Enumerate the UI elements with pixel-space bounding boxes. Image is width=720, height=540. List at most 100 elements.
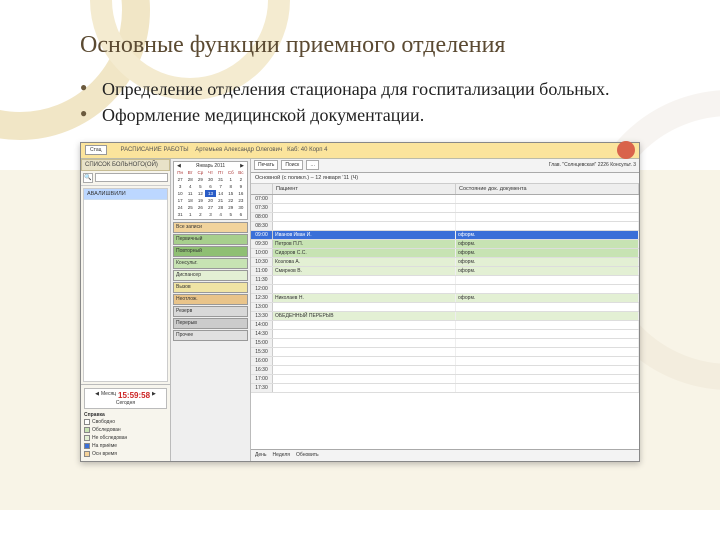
toolbar-button[interactable]: … bbox=[306, 160, 319, 170]
schedule-row[interactable]: 16:00 bbox=[251, 357, 639, 366]
cal-day[interactable]: 23 bbox=[236, 197, 246, 204]
cal-day[interactable]: 31 bbox=[216, 176, 226, 183]
category-item[interactable]: Резерв bbox=[173, 306, 248, 317]
status-cell[interactable]: оформ. bbox=[456, 231, 639, 239]
status-cell[interactable] bbox=[456, 321, 639, 329]
avatar-icon[interactable] bbox=[617, 141, 635, 159]
patient-cell[interactable] bbox=[273, 357, 456, 365]
calendar[interactable]: ◀ Январь 2011 ▶ ПнВтСрЧтПтСбВс2728293031… bbox=[173, 161, 248, 220]
cal-day[interactable]: 22 bbox=[226, 197, 236, 204]
schedule-row[interactable]: 12:00 bbox=[251, 285, 639, 294]
schedule-row[interactable]: 17:30 bbox=[251, 384, 639, 393]
category-item[interactable]: Консульт. bbox=[173, 258, 248, 269]
schedule-row[interactable]: 14:00 bbox=[251, 321, 639, 330]
status-cell[interactable] bbox=[456, 222, 639, 230]
patient-cell[interactable] bbox=[273, 366, 456, 374]
status-cell[interactable]: оформ. bbox=[456, 267, 639, 275]
schedule-row[interactable]: 11:00Смирнов В.оформ. bbox=[251, 267, 639, 276]
patient-cell[interactable] bbox=[273, 384, 456, 392]
cal-day[interactable]: 25 bbox=[185, 204, 195, 211]
cal-day[interactable]: 31 bbox=[175, 211, 185, 218]
patient-cell[interactable]: Сидоров С.С. bbox=[273, 249, 456, 257]
status-cell[interactable] bbox=[456, 303, 639, 311]
patient-cell[interactable] bbox=[273, 222, 456, 230]
cal-day[interactable]: 30 bbox=[205, 176, 215, 183]
cal-day[interactable]: 1 bbox=[185, 211, 195, 218]
category-item[interactable]: Диспансер bbox=[173, 270, 248, 281]
patient-item[interactable]: АВАЛИШВИЛИ bbox=[84, 189, 167, 200]
cal-day[interactable]: 20 bbox=[205, 197, 215, 204]
schedule-row[interactable]: 07:00 bbox=[251, 195, 639, 204]
status-cell[interactable]: оформ. bbox=[456, 294, 639, 302]
status-cell[interactable] bbox=[456, 330, 639, 338]
cal-day[interactable]: 12 bbox=[195, 190, 205, 197]
schedule-row[interactable]: 10:00Сидоров С.С.оформ. bbox=[251, 249, 639, 258]
status-cell[interactable] bbox=[456, 339, 639, 347]
search-icon[interactable]: 🔍 bbox=[83, 173, 93, 183]
patient-cell[interactable] bbox=[273, 375, 456, 383]
footer-refresh[interactable]: Обновить bbox=[296, 452, 319, 458]
category-item[interactable]: Прочее bbox=[173, 330, 248, 341]
status-cell[interactable] bbox=[456, 384, 639, 392]
patient-cell[interactable]: Козлова А. bbox=[273, 258, 456, 266]
cal-day[interactable]: 5 bbox=[226, 211, 236, 218]
search-input[interactable] bbox=[95, 173, 168, 182]
category-item[interactable]: Первичный bbox=[173, 234, 248, 245]
patient-list[interactable]: АВАЛИШВИЛИ bbox=[83, 188, 168, 382]
cal-day[interactable]: 6 bbox=[236, 211, 246, 218]
status-cell[interactable]: оформ. bbox=[456, 240, 639, 248]
cal-day[interactable]: 4 bbox=[216, 211, 226, 218]
schedule-row[interactable]: 12:30Николаев Н.оформ. bbox=[251, 294, 639, 303]
schedule-row[interactable]: 15:30 bbox=[251, 348, 639, 357]
status-cell[interactable] bbox=[456, 195, 639, 203]
schedule-row[interactable]: 16:30 bbox=[251, 366, 639, 375]
cal-day[interactable]: 3 bbox=[175, 183, 185, 190]
category-item[interactable]: Все записи bbox=[173, 222, 248, 233]
status-cell[interactable] bbox=[456, 348, 639, 356]
status-cell[interactable] bbox=[456, 276, 639, 284]
clock-next-icon[interactable]: ▶ bbox=[152, 391, 156, 400]
patient-cell[interactable] bbox=[273, 330, 456, 338]
schedule-row[interactable]: 08:30 bbox=[251, 222, 639, 231]
schedule-row[interactable]: 08:00 bbox=[251, 213, 639, 222]
cal-day[interactable]: 16 bbox=[236, 190, 246, 197]
footer-tab-week[interactable]: Неделя bbox=[273, 452, 290, 458]
cal-day[interactable]: 17 bbox=[175, 197, 185, 204]
cal-day[interactable]: 27 bbox=[175, 176, 185, 183]
patient-cell[interactable]: Смирнов В. bbox=[273, 267, 456, 275]
cal-day[interactable]: 15 bbox=[226, 190, 236, 197]
cal-day[interactable]: 24 bbox=[175, 204, 185, 211]
cal-day[interactable]: 18 bbox=[185, 197, 195, 204]
toolbar-button[interactable]: Печать bbox=[254, 160, 278, 170]
cal-day[interactable]: 1 bbox=[226, 176, 236, 183]
patient-cell[interactable] bbox=[273, 276, 456, 284]
category-item[interactable]: Вызов bbox=[173, 282, 248, 293]
schedule-row[interactable]: 09:00Иванов Иван И.оформ. bbox=[251, 231, 639, 240]
cal-day[interactable]: 5 bbox=[195, 183, 205, 190]
patient-cell[interactable] bbox=[273, 195, 456, 203]
clock-prev-icon[interactable]: ◀ bbox=[95, 391, 99, 400]
cal-day[interactable]: 14 bbox=[216, 190, 226, 197]
cal-day[interactable]: 2 bbox=[195, 211, 205, 218]
status-cell[interactable]: оформ. bbox=[456, 258, 639, 266]
schedule-row[interactable]: 09:30Петров П.П.оформ. bbox=[251, 240, 639, 249]
patient-cell[interactable] bbox=[273, 204, 456, 212]
schedule-row[interactable]: 13:30ОБЕДЕННЫЙ ПЕРЕРЫВ bbox=[251, 312, 639, 321]
cal-day[interactable]: 21 bbox=[216, 197, 226, 204]
category-item[interactable]: Повторный bbox=[173, 246, 248, 257]
cal-day[interactable]: 29 bbox=[226, 204, 236, 211]
cal-day[interactable]: 10 bbox=[175, 190, 185, 197]
cal-day[interactable]: 28 bbox=[216, 204, 226, 211]
schedule-row[interactable]: 10:30Козлова А.оформ. bbox=[251, 258, 639, 267]
schedule-body[interactable]: 07:0007:3008:0008:3009:00Иванов Иван И.о… bbox=[251, 195, 639, 449]
patient-cell[interactable]: ОБЕДЕННЫЙ ПЕРЕРЫВ bbox=[273, 312, 456, 320]
status-cell[interactable] bbox=[456, 375, 639, 383]
patient-cell[interactable]: Николаев Н. bbox=[273, 294, 456, 302]
cal-day[interactable]: 6 bbox=[205, 183, 215, 190]
status-cell[interactable] bbox=[456, 285, 639, 293]
cal-day[interactable]: 28 bbox=[185, 176, 195, 183]
cal-day[interactable]: 11 bbox=[185, 190, 195, 197]
patient-cell[interactable]: Петров П.П. bbox=[273, 240, 456, 248]
status-cell[interactable] bbox=[456, 312, 639, 320]
category-item[interactable]: Перерыв bbox=[173, 318, 248, 329]
